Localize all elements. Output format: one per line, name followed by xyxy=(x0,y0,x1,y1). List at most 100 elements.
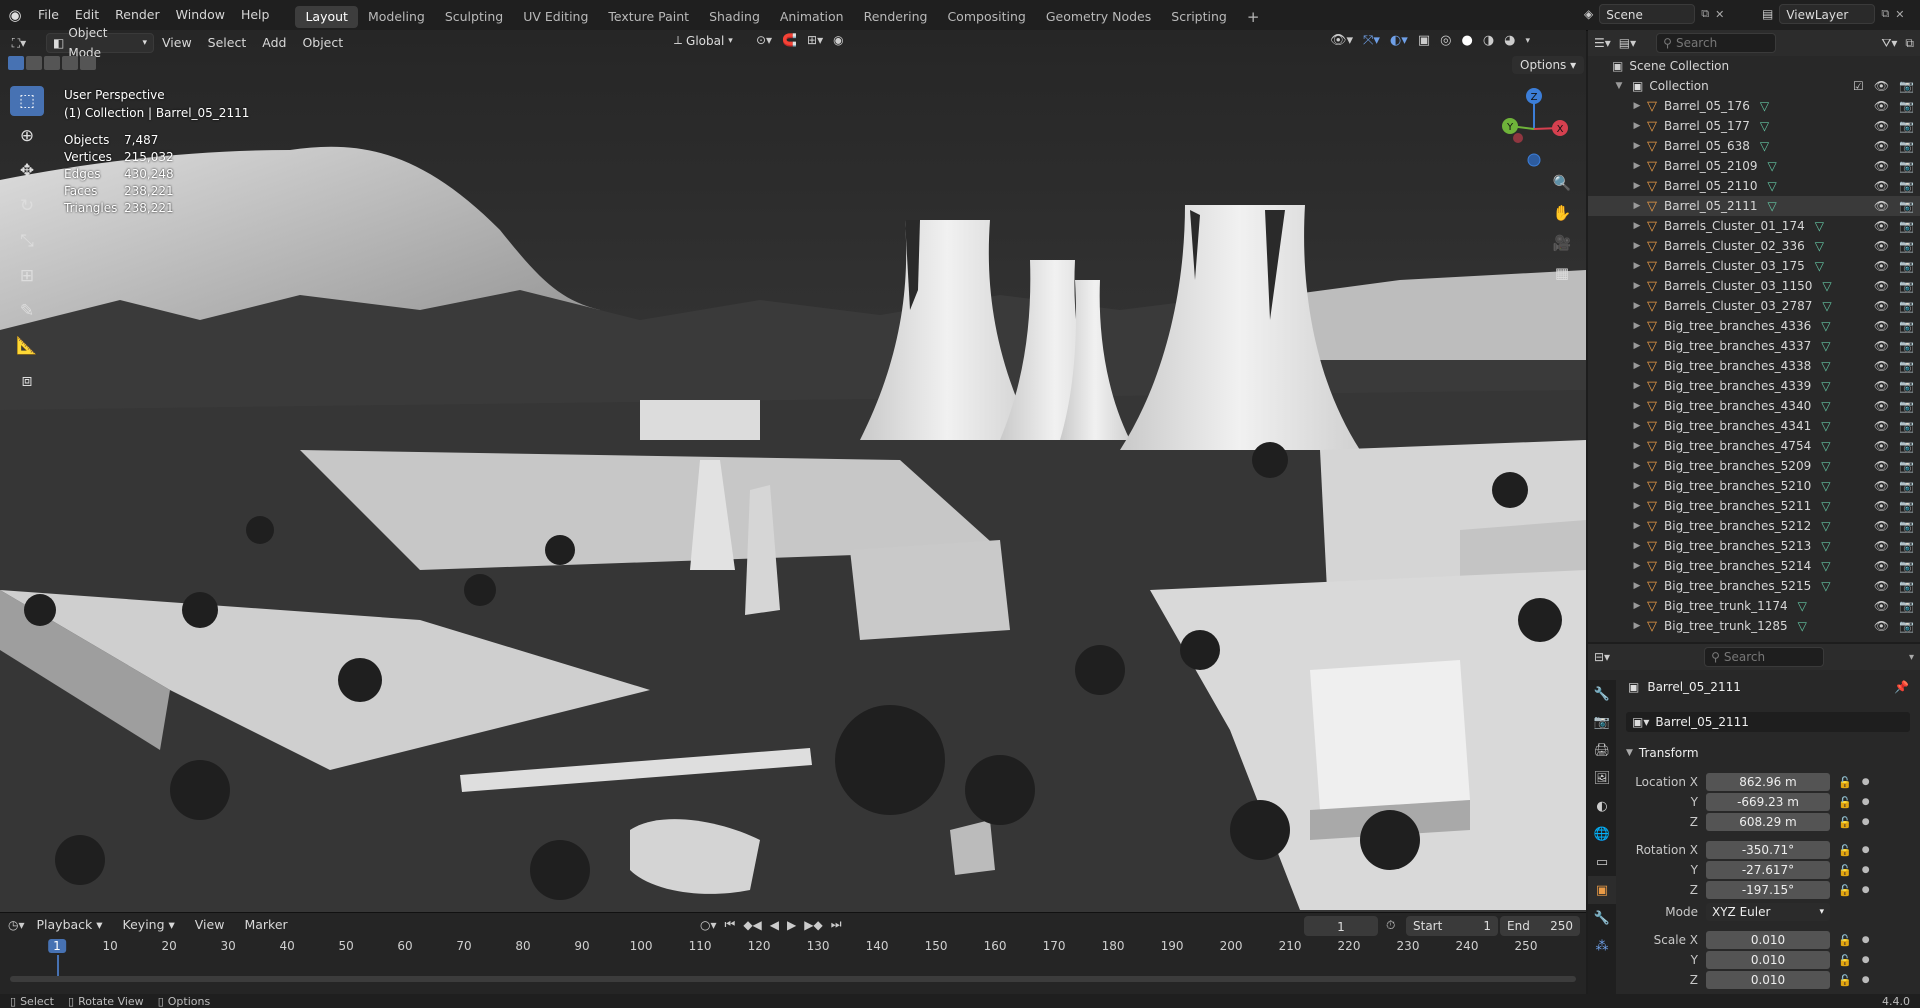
eye-icon[interactable]: 👁 xyxy=(1874,119,1889,133)
outliner-item[interactable]: ▶ ▽ Big_tree_branches_4336 ▽ 👁 📷 xyxy=(1588,316,1920,336)
snap-icon[interactable]: 🧲 xyxy=(782,33,797,47)
eye-icon[interactable]: 👁 xyxy=(1874,479,1889,493)
expand-arrow-icon[interactable]: ▶ xyxy=(1630,521,1644,531)
mesh-data-icon[interactable]: ▽ xyxy=(1768,159,1777,173)
camera-render-icon[interactable]: 📷 xyxy=(1899,419,1914,433)
end-frame-field[interactable]: End 250 xyxy=(1500,916,1580,936)
editor-type-icon[interactable]: ⛶▾ xyxy=(0,36,38,51)
rendered-shading-icon[interactable]: ◕ xyxy=(1504,33,1515,48)
expand-arrow-icon[interactable]: ▶ xyxy=(1630,101,1644,111)
select-box-tool-icon[interactable]: ⬚ xyxy=(10,86,44,116)
keyframe-dot-icon[interactable]: ● xyxy=(1862,955,1870,965)
keyframe-dot-icon[interactable]: ● xyxy=(1862,817,1870,827)
keyframe-dot-icon[interactable]: ● xyxy=(1862,845,1870,855)
camera-render-icon[interactable]: 📷 xyxy=(1899,119,1914,133)
keyframe-dot-icon[interactable]: ● xyxy=(1862,797,1870,807)
outliner-item[interactable]: ▶ ▽ Barrel_05_2109 ▽ 👁 📷 xyxy=(1588,156,1920,176)
tab-uv-editing[interactable]: UV Editing xyxy=(513,6,598,28)
eye-icon[interactable]: 👁 xyxy=(1874,379,1889,393)
camera-render-icon[interactable]: 📷 xyxy=(1899,299,1914,313)
camera-render-icon[interactable]: 📷 xyxy=(1899,339,1914,353)
mode-dropdown[interactable]: ◧ Object Mode ▾ xyxy=(46,26,154,60)
outliner-item[interactable]: ▶ ▽ Barrels_Cluster_03_175 ▽ 👁 📷 xyxy=(1588,256,1920,276)
mesh-data-icon[interactable]: ▽ xyxy=(1821,539,1830,553)
expand-arrow-icon[interactable]: ▶ xyxy=(1630,201,1644,211)
rotation-z-field[interactable]: -197.15° xyxy=(1706,881,1830,899)
menu-file[interactable]: File xyxy=(30,0,67,30)
scene-field[interactable]: Scene xyxy=(1599,4,1696,24)
view-layer-tab-icon[interactable]: 🖼 xyxy=(1588,764,1616,792)
eye-icon[interactable]: 👁 xyxy=(1874,539,1889,553)
camera-render-icon[interactable]: 📷 xyxy=(1899,99,1914,113)
filter-icon[interactable]: ⛛▾ xyxy=(1881,36,1897,51)
outliner-item[interactable]: ▶ ▽ Big_tree_trunk_1174 ▽ 👁 📷 xyxy=(1588,596,1920,616)
expand-arrow-icon[interactable]: ▶ xyxy=(1630,341,1644,351)
expand-arrow-icon[interactable]: ▶ xyxy=(1630,601,1644,611)
eye-icon[interactable]: 👁 xyxy=(1874,159,1889,173)
mesh-data-icon[interactable]: ▽ xyxy=(1760,99,1769,113)
lock-icon[interactable]: 🔓 xyxy=(1838,954,1852,967)
tab-shading[interactable]: Shading xyxy=(699,6,770,28)
eye-icon[interactable]: 👁 xyxy=(1874,239,1889,253)
next-keyframe-icon[interactable]: ▶◆ xyxy=(804,918,822,932)
camera-render-icon[interactable]: 📷 xyxy=(1899,139,1914,153)
outliner-item[interactable]: ▶ ▽ Big_tree_branches_5214 ▽ 👁 📷 xyxy=(1588,556,1920,576)
visibility-icon[interactable]: 👁▾ xyxy=(1330,33,1353,48)
frame-ruler[interactable]: 1 10 20 30 40 50 60 70 80 90 100 110 120 130 140 150 160… xyxy=(0,937,1586,995)
cursor-tool-icon[interactable]: ⊕ xyxy=(10,121,44,151)
timeline-scrollbar[interactable] xyxy=(10,976,1576,982)
select-subtract-icon[interactable] xyxy=(44,56,60,70)
keyframe-dot-icon[interactable]: ● xyxy=(1862,885,1870,895)
transform-panel-header[interactable]: ▼ Transform xyxy=(1626,742,1910,764)
expand-arrow-icon[interactable]: ▶ xyxy=(1630,561,1644,571)
play-icon[interactable]: ▶ xyxy=(787,918,796,932)
camera-render-icon[interactable]: 📷 xyxy=(1899,619,1914,633)
lock-icon[interactable]: 🔓 xyxy=(1838,796,1852,809)
tab-rendering[interactable]: Rendering xyxy=(854,6,938,28)
new-scene-icon[interactable]: ⧉ xyxy=(1701,7,1709,21)
outliner-item[interactable]: ▶ ▽ Barrels_Cluster_01_174 ▽ 👁 📷 xyxy=(1588,216,1920,236)
gizmo-toggle-icon[interactable]: ⤧▾ xyxy=(1363,33,1380,48)
outliner-item[interactable]: ▶ ▽ Big_tree_branches_4339 ▽ 👁 📷 xyxy=(1588,376,1920,396)
transform-tool-icon[interactable]: ⊞ xyxy=(10,261,44,291)
gizmo-neg-z-ball[interactable] xyxy=(1527,153,1541,167)
delete-scene-icon[interactable]: ✕ xyxy=(1715,8,1724,21)
outliner-item[interactable]: ▶ ▽ Barrels_Cluster_03_1150 ▽ 👁 📷 xyxy=(1588,276,1920,296)
preview-range-icon[interactable]: ⏱ xyxy=(1386,918,1395,933)
viewlayer-field[interactable]: ViewLayer xyxy=(1779,4,1876,24)
mesh-data-icon[interactable]: ▽ xyxy=(1821,579,1830,593)
expand-arrow-icon[interactable]: ▶ xyxy=(1630,441,1644,451)
add-workspace-button[interactable]: + xyxy=(1237,6,1270,28)
eye-icon[interactable]: 👁 xyxy=(1874,439,1889,453)
mesh-data-icon[interactable]: ▽ xyxy=(1821,339,1830,353)
pan-hand-icon[interactable]: ✋ xyxy=(1549,200,1575,226)
tab-texture-paint[interactable]: Texture Paint xyxy=(598,6,699,28)
menu-marker[interactable]: Marker xyxy=(236,912,295,938)
keyframe-dot-icon[interactable]: ● xyxy=(1862,777,1870,787)
mesh-data-icon[interactable]: ▽ xyxy=(1821,459,1830,473)
navigation-gizmo[interactable]: Z X Y xyxy=(1494,84,1574,174)
eye-icon[interactable]: 👁 xyxy=(1874,519,1889,533)
select-intersect-icon[interactable] xyxy=(80,56,96,70)
mesh-data-icon[interactable]: ▽ xyxy=(1760,119,1769,133)
eye-icon[interactable]: 👁 xyxy=(1874,259,1889,273)
jump-end-icon[interactable]: ⏭ xyxy=(831,917,842,932)
outliner-item[interactable]: ▶ ▽ Barrel_05_638 ▽ 👁 📷 xyxy=(1588,136,1920,156)
tab-compositing[interactable]: Compositing xyxy=(937,6,1035,28)
expand-arrow-icon[interactable]: ▶ xyxy=(1630,501,1644,511)
camera-render-icon[interactable]: 📷 xyxy=(1899,199,1914,213)
camera-render-icon[interactable]: 📷 xyxy=(1899,459,1914,473)
eye-icon[interactable]: 👁 xyxy=(1874,279,1889,293)
eye-icon[interactable]: 👁 xyxy=(1874,79,1889,93)
mesh-data-icon[interactable]: ▽ xyxy=(1760,139,1769,153)
expand-arrow-icon[interactable]: ▶ xyxy=(1630,241,1644,251)
rotation-mode-dropdown[interactable]: XYZ Euler ▾ xyxy=(1706,903,1830,921)
outliner-item[interactable]: ▶ ▽ Barrel_05_2110 ▽ 👁 📷 xyxy=(1588,176,1920,196)
lock-icon[interactable]: 🔓 xyxy=(1838,776,1852,789)
camera-render-icon[interactable]: 📷 xyxy=(1899,159,1914,173)
outliner-item[interactable]: ▶ ▽ Big_tree_branches_4341 ▽ 👁 📷 xyxy=(1588,416,1920,436)
scale-z-field[interactable]: 0.010 xyxy=(1706,971,1830,989)
eye-icon[interactable]: 👁 xyxy=(1874,599,1889,613)
lock-icon[interactable]: 🔓 xyxy=(1838,816,1852,829)
checkbox-icon[interactable]: ☑ xyxy=(1853,79,1864,93)
